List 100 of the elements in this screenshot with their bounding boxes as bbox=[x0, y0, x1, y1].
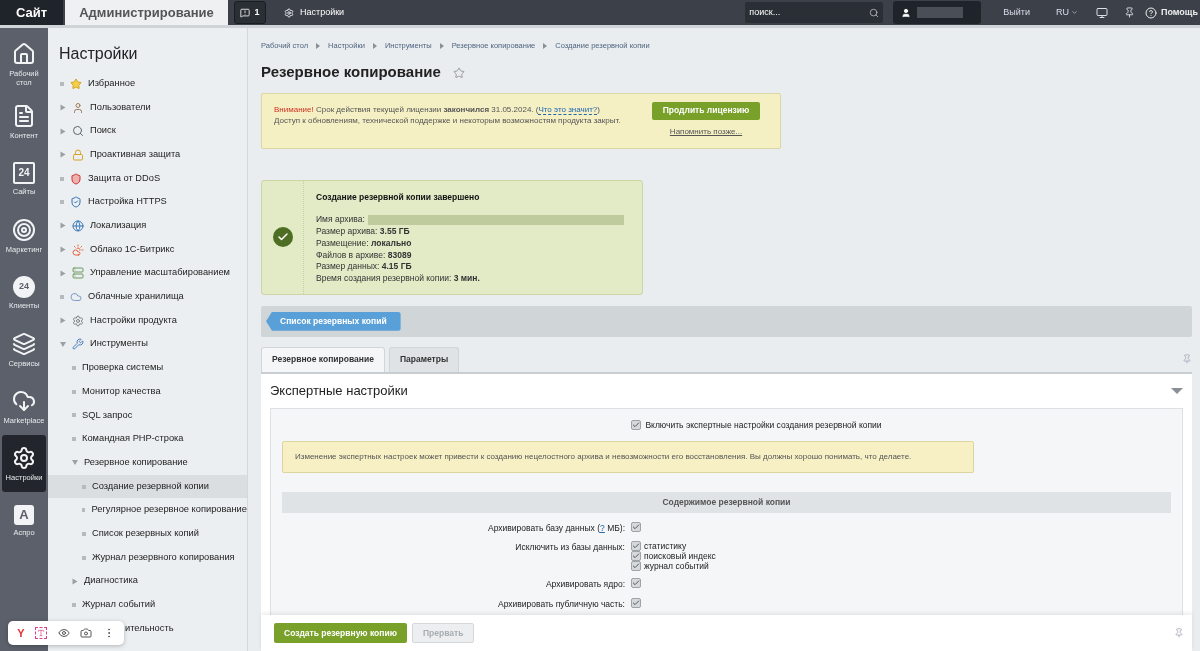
chat-bubble-icon: 24 bbox=[13, 275, 35, 298]
tree-item[interactable]: Поиск bbox=[48, 119, 247, 144]
checkbox[interactable] bbox=[631, 598, 641, 608]
info-line: Время создания резервной копии: 3 мин. bbox=[316, 272, 481, 285]
server-icon bbox=[72, 267, 84, 280]
tree-item[interactable]: Настройка HTTPS bbox=[48, 190, 247, 215]
tree-item[interactable]: Локализация bbox=[48, 214, 247, 238]
bullet-icon bbox=[72, 602, 76, 607]
expand-arrow-icon[interactable] bbox=[60, 222, 66, 229]
tree-item[interactable]: Список резервных копий bbox=[48, 522, 247, 546]
checkbox[interactable] bbox=[631, 420, 642, 431]
bullet-icon bbox=[72, 366, 76, 371]
tree-item[interactable]: Избранное bbox=[48, 72, 247, 96]
notifications-button[interactable]: 1 bbox=[234, 1, 266, 24]
screen-icon[interactable] bbox=[1096, 6, 1108, 19]
camera-icon[interactable] bbox=[80, 627, 93, 639]
field-label: Архивировать публичную часть: bbox=[498, 599, 625, 609]
tree-item[interactable]: Проверка системы bbox=[48, 356, 247, 380]
tree-item[interactable]: Облачные хранилища bbox=[48, 285, 247, 309]
tree-item[interactable]: Резервное копирование bbox=[48, 451, 247, 475]
tree-item[interactable]: SQL запрос bbox=[48, 403, 247, 428]
star-icon[interactable] bbox=[452, 66, 465, 79]
success-title: Создание резервной копии завершено bbox=[316, 191, 481, 204]
collapse-arrow-icon[interactable] bbox=[72, 460, 78, 466]
tree-item[interactable]: Монитор качества bbox=[48, 379, 247, 404]
expand-arrow-icon[interactable] bbox=[60, 317, 66, 324]
tree-item[interactable]: Командная PHP-строка bbox=[48, 427, 247, 451]
bullet-icon bbox=[72, 413, 76, 418]
tree-item[interactable]: Журнал событий bbox=[48, 593, 247, 617]
warning-note: Изменение экспертных настроек может привести к созданию нецелостного архива и невозможности его восстановления. Вы должны хорошо понимать, что делаете. bbox=[282, 440, 974, 473]
breadcrumb-separator-icon bbox=[372, 42, 377, 49]
target-icon bbox=[12, 217, 36, 242]
help-link[interactable]: Помощь bbox=[1145, 0, 1198, 25]
eye-icon[interactable] bbox=[57, 627, 70, 639]
breadcrumb-separator-icon bbox=[439, 42, 444, 49]
checkbox[interactable] bbox=[631, 578, 641, 589]
cloud-icon bbox=[70, 291, 82, 304]
shield-icon bbox=[70, 172, 82, 185]
layers-icon bbox=[12, 331, 36, 356]
tree-item[interactable]: Управление масштабированием bbox=[48, 261, 247, 286]
tree-item[interactable]: Регулярное резервное копирование bbox=[48, 498, 247, 523]
checkbox[interactable] bbox=[631, 561, 641, 572]
checkbox[interactable] bbox=[631, 521, 641, 532]
bullet-icon bbox=[82, 531, 86, 536]
expand-arrow-icon[interactable] bbox=[60, 246, 66, 253]
top-tab[interactable]: Сайт bbox=[0, 0, 63, 25]
letter-icon: A bbox=[14, 504, 34, 525]
tree-item[interactable]: Пользователи bbox=[48, 95, 247, 120]
breadcrumb-separator-icon bbox=[316, 42, 321, 49]
text-recognition-icon[interactable] bbox=[35, 627, 48, 639]
search-icon[interactable] bbox=[869, 7, 880, 18]
globe-icon bbox=[72, 219, 84, 232]
settings-link[interactable]: Настройки bbox=[284, 0, 345, 25]
cloud-icon bbox=[72, 243, 84, 256]
expand-arrow-icon[interactable] bbox=[60, 270, 66, 277]
bullet-icon bbox=[82, 508, 86, 513]
bullet-icon bbox=[82, 484, 86, 489]
tree-item[interactable]: Создание резервной копии bbox=[48, 474, 247, 499]
bullet-icon bbox=[72, 389, 76, 394]
checkbox[interactable] bbox=[631, 551, 641, 562]
success-check-icon bbox=[272, 227, 293, 248]
caret-icon bbox=[1071, 9, 1078, 16]
expand-arrow-icon[interactable] bbox=[60, 128, 66, 135]
info-line: Имя архива: bbox=[316, 214, 365, 227]
checkbox[interactable] bbox=[631, 541, 641, 552]
tree-item[interactable]: Диагностика bbox=[48, 569, 247, 594]
user-button[interactable] bbox=[893, 1, 982, 24]
expand-arrow-icon[interactable] bbox=[60, 151, 66, 158]
tree-item[interactable]: Инструменты bbox=[48, 332, 247, 357]
search-input[interactable]: поиск... bbox=[749, 5, 870, 20]
breadcrumb-separator-icon bbox=[543, 42, 548, 49]
redacted-name bbox=[917, 7, 964, 18]
collapse-arrow-icon[interactable] bbox=[60, 341, 66, 347]
info-line: Файлов в архиве: 83089 bbox=[316, 249, 413, 262]
expand-arrow-icon[interactable] bbox=[60, 104, 66, 111]
tree-item[interactable]: Проактивная защита bbox=[48, 143, 247, 167]
tree-item[interactable]: Облако 1С-Битрикс bbox=[48, 237, 247, 262]
browser-logo[interactable]: Y bbox=[17, 624, 25, 642]
help-link[interactable]: ? bbox=[600, 522, 605, 533]
remind-later-link[interactable]: Напомнить позже... bbox=[669, 125, 743, 138]
bullet-icon bbox=[60, 295, 64, 300]
field-label: Исключить из базы данных: bbox=[515, 542, 625, 553]
checkbox-label: журнал событий bbox=[644, 560, 709, 573]
tab[interactable]: Параметры bbox=[388, 346, 460, 372]
notification-icon bbox=[240, 7, 251, 18]
home-icon bbox=[12, 42, 36, 66]
tree-item[interactable]: Журнал резервного копирования bbox=[48, 545, 247, 570]
warning-text: Внимание! Срок действия текущей лицензии закончился 31.05.2024. (Что это значит?) bbox=[274, 103, 601, 115]
expand-arrow-icon[interactable] bbox=[72, 578, 78, 585]
logout-link[interactable]: Выйти bbox=[1003, 0, 1030, 25]
pin-icon[interactable] bbox=[1124, 7, 1135, 18]
collapse-arrow-icon[interactable] bbox=[1171, 387, 1183, 394]
tree-item[interactable]: Защита от DDoS bbox=[48, 166, 247, 191]
field-label: Архивировать ядро: bbox=[545, 579, 625, 590]
cloud-download-icon bbox=[12, 388, 36, 413]
tab[interactable]: Резервное копирование bbox=[261, 346, 385, 372]
search-field[interactable]: поиск... bbox=[745, 2, 884, 23]
tree-item[interactable]: Настройки продукта bbox=[48, 308, 247, 333]
language-selector[interactable]: RU bbox=[1056, 0, 1078, 25]
top-tab[interactable]: Администрирование bbox=[65, 0, 228, 25]
